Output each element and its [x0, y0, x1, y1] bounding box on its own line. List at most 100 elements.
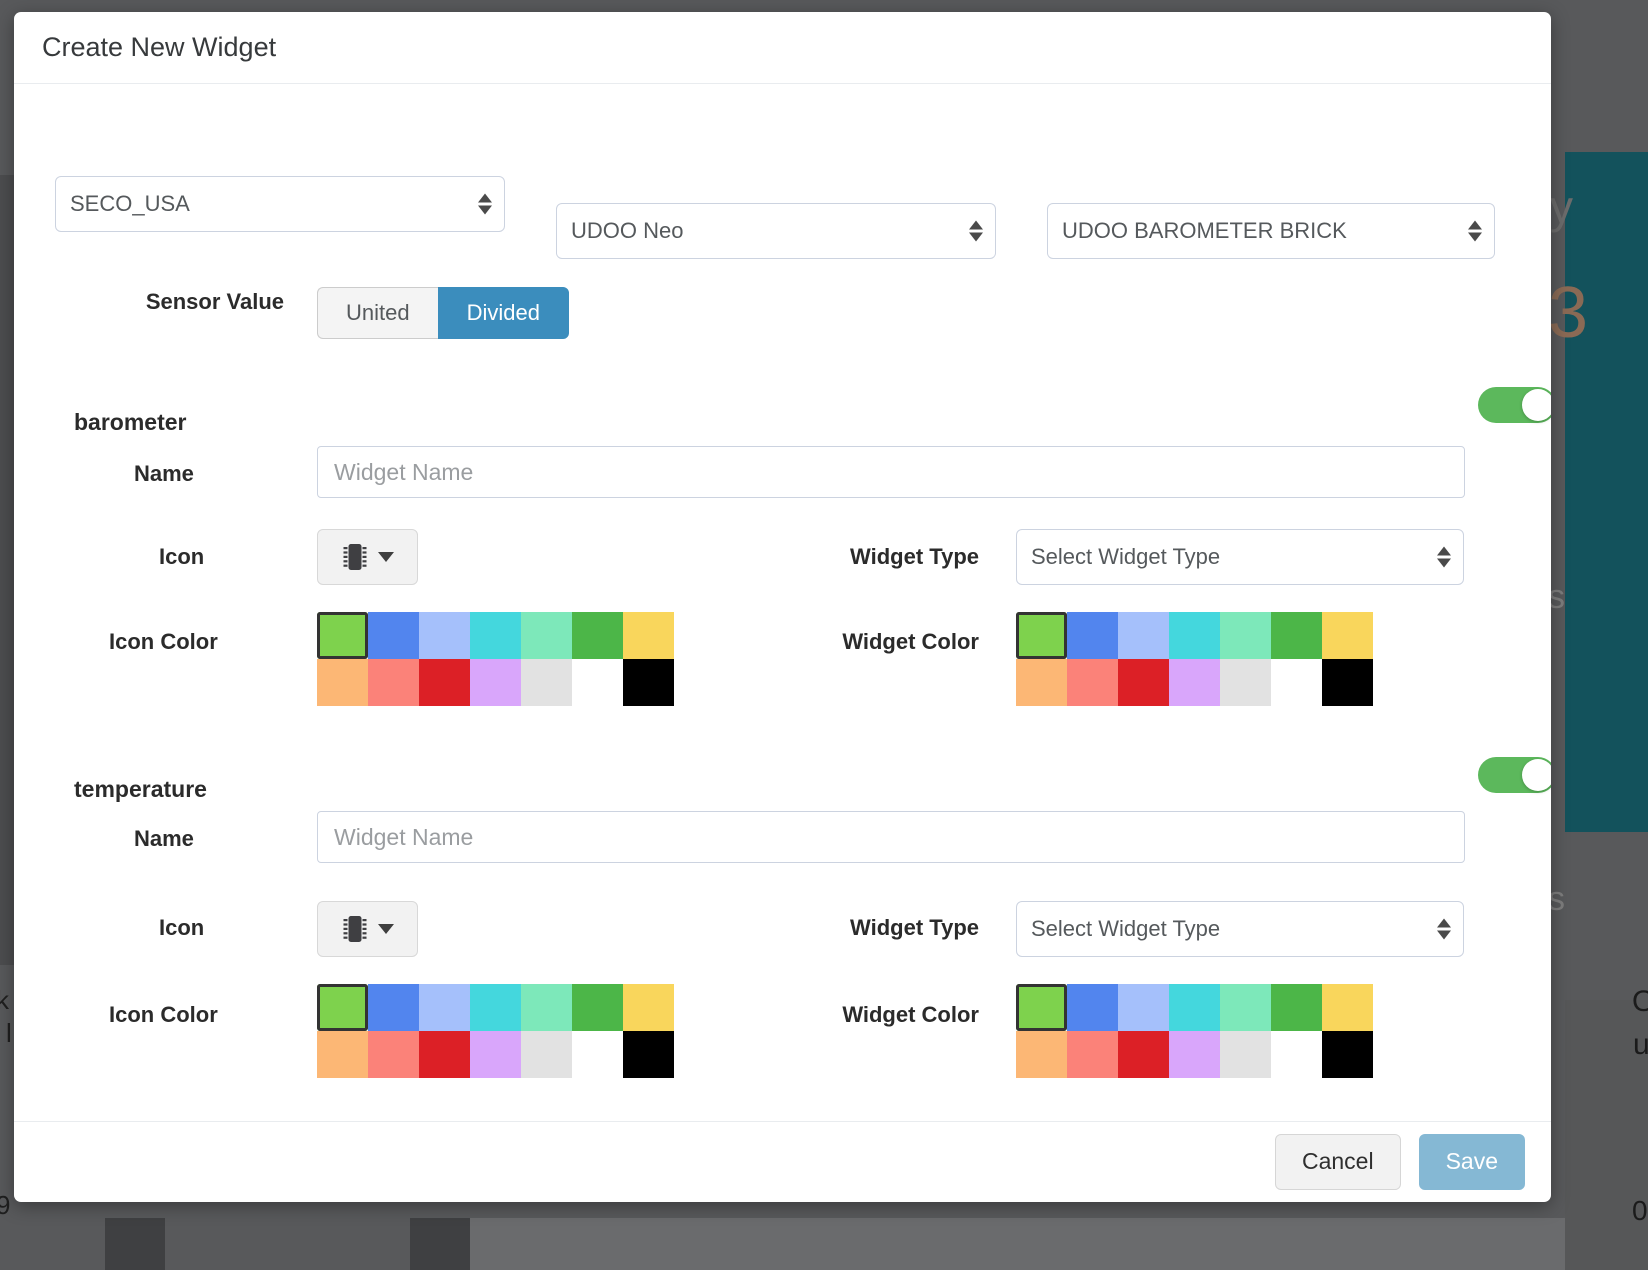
create-widget-dialog: Create New Widget SECO_USA UDOO Neo UDOO… [14, 12, 1551, 1202]
widget-color-label-temperature: Widget Color [842, 1002, 979, 1027]
cancel-button[interactable]: Cancel [1274, 1133, 1401, 1190]
color-swatch[interactable] [572, 1031, 623, 1078]
backdrop-left-fragment-1: k [0, 985, 9, 1015]
spinner-icon [1437, 918, 1451, 940]
spinner-icon [969, 220, 983, 242]
board-select[interactable]: UDOO Neo [556, 203, 996, 259]
brick-select[interactable]: UDOO BAROMETER BRICK [1047, 203, 1495, 259]
save-button[interactable]: Save [1418, 1133, 1525, 1190]
color-swatch[interactable] [1169, 659, 1220, 706]
color-swatch[interactable] [419, 659, 470, 706]
color-swatch[interactable] [521, 612, 572, 659]
color-swatch[interactable] [623, 984, 674, 1031]
color-swatch[interactable] [1220, 1031, 1271, 1078]
widget-color-label-barometer: Widget Color [842, 629, 979, 654]
color-swatch[interactable] [1322, 659, 1373, 706]
color-swatch[interactable] [470, 984, 521, 1031]
color-swatch[interactable] [470, 612, 521, 659]
icon-picker-temperature[interactable] [317, 901, 418, 957]
color-swatch[interactable] [521, 659, 572, 706]
dialog-body: SECO_USA UDOO Neo UDOO BAROMETER BRICK S… [14, 84, 1551, 1121]
section-title-barometer: barometer [74, 409, 187, 435]
color-swatch[interactable] [1067, 659, 1118, 706]
color-swatch[interactable] [1016, 1031, 1067, 1078]
color-swatch[interactable] [1169, 612, 1220, 659]
color-swatch[interactable] [623, 1031, 674, 1078]
color-swatch[interactable] [572, 659, 623, 706]
section-title-temperature: temperature [74, 776, 207, 802]
name-label-barometer: Name [134, 461, 194, 486]
organization-select[interactable]: SECO_USA [55, 176, 505, 232]
color-swatch[interactable] [368, 659, 419, 706]
icon-color-palette-barometer [317, 612, 674, 706]
color-swatch[interactable] [1271, 612, 1322, 659]
section-toggle-temperature[interactable] [1478, 757, 1551, 793]
color-swatch[interactable] [1118, 1031, 1169, 1078]
name-input-temperature[interactable] [317, 811, 1465, 863]
name-label-temperature: Name [134, 826, 194, 851]
widget-type-value: Select Widget Type [1031, 544, 1221, 569]
sensor-value-option-divided[interactable]: Divided [437, 287, 569, 339]
color-swatch[interactable] [1169, 1031, 1220, 1078]
backdrop-right-fragment-or: OR [1632, 985, 1648, 1018]
chevron-down-icon [377, 552, 394, 562]
color-swatch[interactable] [368, 984, 419, 1031]
color-swatch[interactable] [1220, 984, 1271, 1031]
color-swatch[interactable] [1067, 1031, 1118, 1078]
name-input-barometer[interactable] [317, 446, 1465, 498]
dialog-title: Create New Widget [42, 32, 277, 62]
icon-color-label-barometer: Icon Color [109, 629, 218, 654]
icon-picker-barometer[interactable] [317, 529, 418, 585]
color-swatch[interactable] [1220, 659, 1271, 706]
toggle-knob [1522, 389, 1551, 421]
color-swatch[interactable] [1016, 612, 1067, 659]
color-swatch[interactable] [1271, 1031, 1322, 1078]
color-swatch[interactable] [572, 612, 623, 659]
color-swatch[interactable] [623, 659, 674, 706]
color-swatch[interactable] [521, 984, 572, 1031]
sensor-value-toggle-group: United Divided [317, 287, 569, 339]
color-swatch[interactable] [1118, 984, 1169, 1031]
color-swatch[interactable] [1067, 612, 1118, 659]
color-swatch[interactable] [470, 659, 521, 706]
color-swatch[interactable] [1322, 612, 1373, 659]
color-swatch[interactable] [1067, 984, 1118, 1031]
color-swatch[interactable] [1118, 659, 1169, 706]
color-swatch[interactable] [1169, 984, 1220, 1031]
spinner-icon [478, 193, 492, 215]
color-swatch[interactable] [368, 612, 419, 659]
color-swatch[interactable] [572, 984, 623, 1031]
color-swatch[interactable] [1322, 1031, 1373, 1078]
microchip-icon [343, 544, 366, 570]
section-toggle-barometer[interactable] [1478, 387, 1551, 423]
widget-type-label-temperature: Widget Type [850, 915, 979, 940]
backdrop-left-fragment-2: l [6, 1018, 12, 1048]
icon-label-temperature: Icon [159, 915, 205, 940]
color-swatch[interactable] [419, 984, 470, 1031]
widget-type-select-barometer[interactable]: Select Widget Type [1016, 529, 1464, 585]
color-swatch[interactable] [368, 1031, 419, 1078]
widget-type-select-temperature[interactable]: Select Widget Type [1016, 901, 1464, 957]
sensor-value-label: Sensor Value [145, 289, 284, 314]
color-swatch[interactable] [1118, 612, 1169, 659]
color-swatch[interactable] [419, 1031, 470, 1078]
color-swatch[interactable] [1220, 612, 1271, 659]
color-swatch[interactable] [1271, 984, 1322, 1031]
color-swatch[interactable] [1016, 659, 1067, 706]
color-swatch[interactable] [623, 612, 674, 659]
sensor-value-option-united[interactable]: United [317, 287, 438, 339]
color-swatch[interactable] [1322, 984, 1373, 1031]
color-swatch[interactable] [317, 984, 368, 1031]
color-swatch[interactable] [317, 659, 368, 706]
color-swatch[interactable] [317, 612, 368, 659]
icon-color-label-temperature: Icon Color [109, 1002, 218, 1027]
color-swatch[interactable] [1271, 659, 1322, 706]
color-swatch[interactable] [1016, 984, 1067, 1031]
brick-select-value: UDOO BAROMETER BRICK [1062, 218, 1347, 243]
color-swatch[interactable] [317, 1031, 368, 1078]
dialog-footer: Cancel Save [14, 1121, 1551, 1201]
color-swatch[interactable] [419, 612, 470, 659]
widget-type-value: Select Widget Type [1031, 916, 1221, 941]
color-swatch[interactable] [470, 1031, 521, 1078]
color-swatch[interactable] [521, 1031, 572, 1078]
